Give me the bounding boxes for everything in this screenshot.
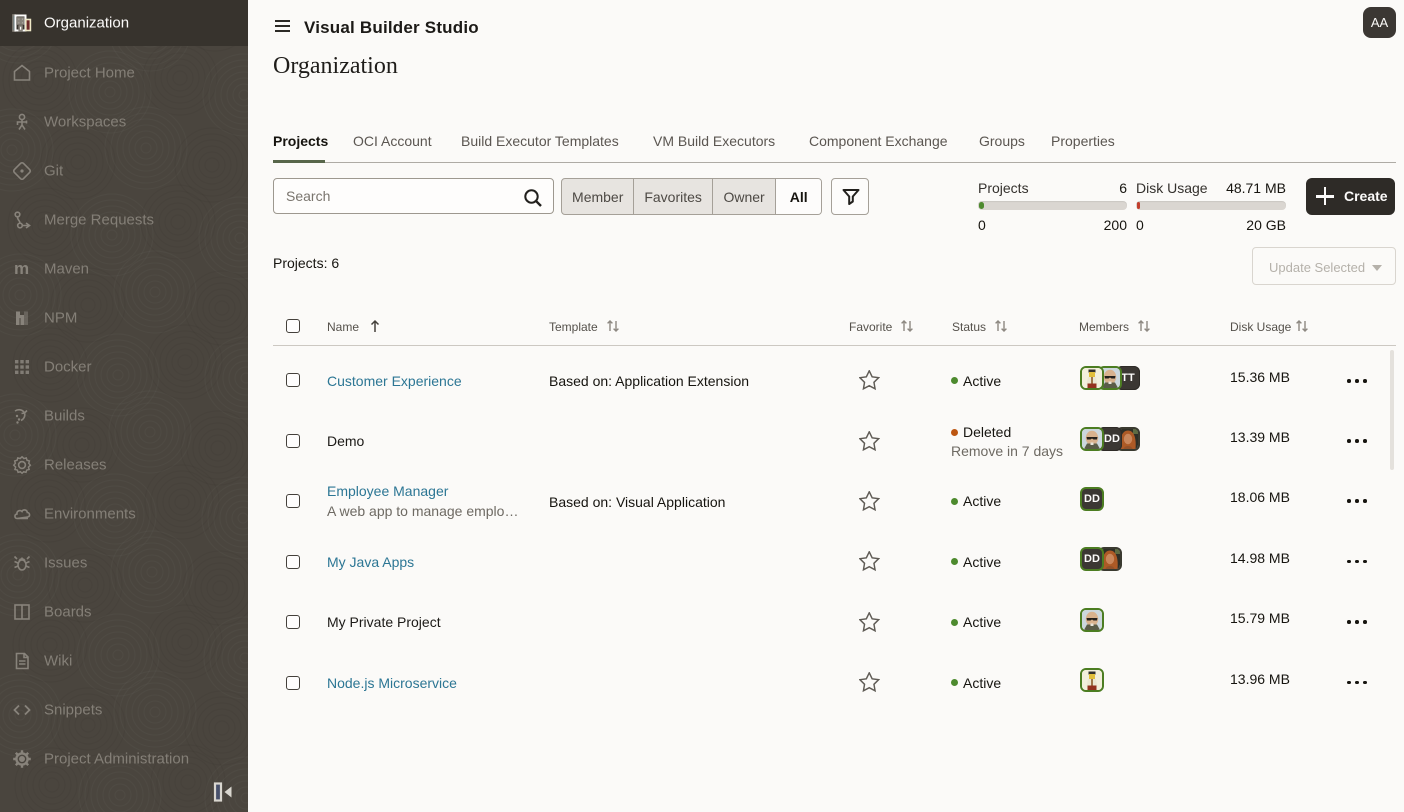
svg-text:m: m	[14, 259, 29, 278]
